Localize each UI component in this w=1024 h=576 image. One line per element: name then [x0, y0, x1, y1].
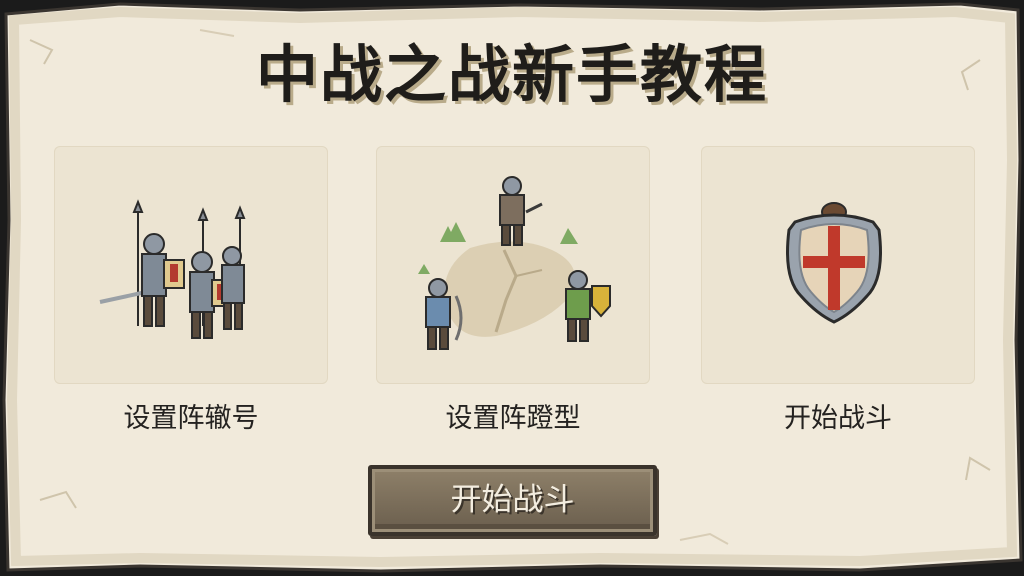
crusader-shield-icon [786, 202, 882, 324]
spearmen-squad-icon [99, 199, 246, 339]
card-set-formation-type[interactable] [376, 146, 650, 384]
tutorial-screen: 中战之战新手教程 设置阵辙号 设置阵蹬型 开始战斗 开始战斗 [0, 0, 1024, 576]
card-set-formation-banner[interactable] [54, 146, 328, 384]
card-label-set-formation-type: 设置阵蹬型 [445, 403, 581, 434]
page-title: 中战之战新手教程 [255, 38, 768, 111]
formation-map-icon [418, 176, 611, 350]
card-label-start-battle: 开始战斗 [784, 403, 892, 434]
card-label-set-formation-banner: 设置阵辙号 [123, 403, 259, 434]
start-battle-button[interactable]: 开始战斗 [368, 465, 657, 536]
card-start-battle[interactable] [701, 146, 975, 384]
